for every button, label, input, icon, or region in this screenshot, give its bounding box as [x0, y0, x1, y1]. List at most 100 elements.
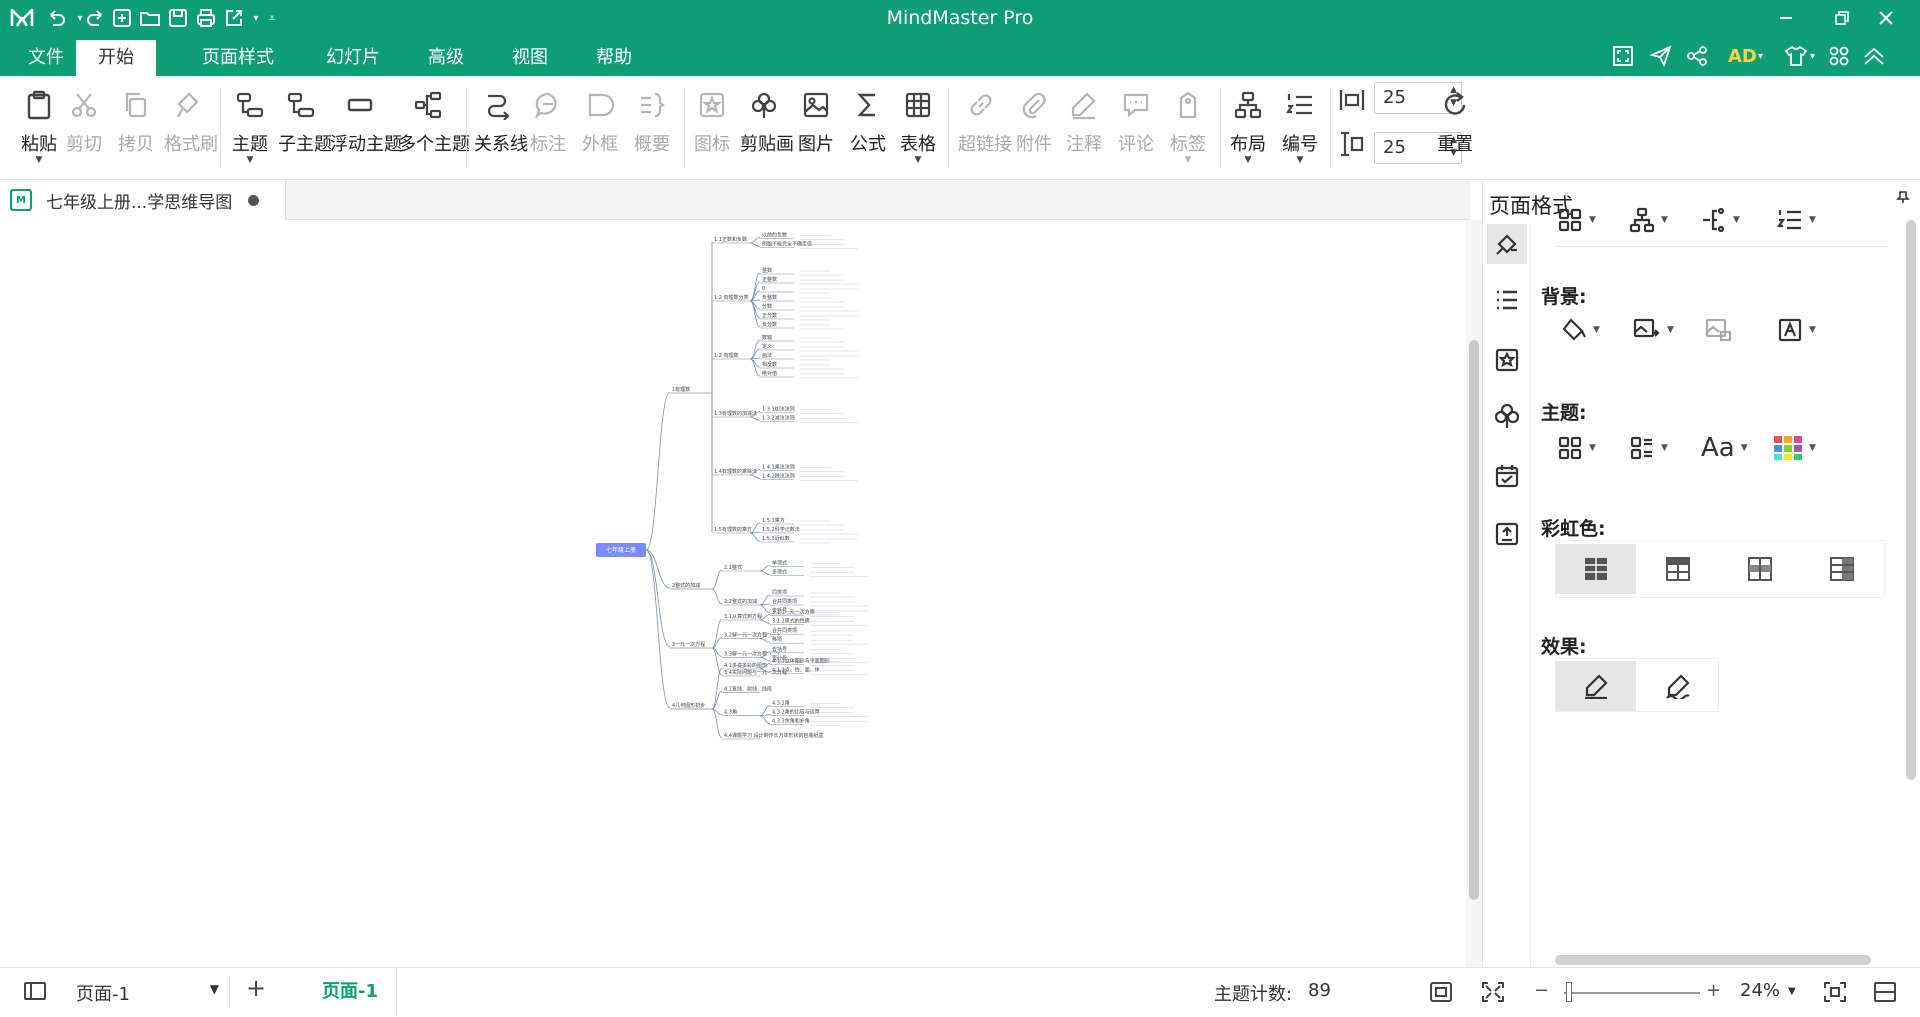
minimize-icon[interactable]	[1766, 2, 1806, 34]
page-tab[interactable]: 页面-1	[304, 968, 397, 1016]
numbering-button[interactable]: 编号 ▼	[1282, 84, 1318, 165]
mindmap-child-connector[interactable]	[711, 708, 723, 739]
mindmap-diagram[interactable]: 七年级上册1有理数1.1正数和负数以前的负数例题不能完全不确定值1.2 有理数分…	[0, 220, 1466, 967]
mindmap-child-label[interactable]: 4.1多姿多彩的图形	[724, 662, 767, 669]
mindmap-leaf-label[interactable]: 例题不能完全不确定值	[762, 241, 812, 248]
mindmap-leaf-label[interactable]: 1.5.3近似数	[762, 535, 790, 542]
mindmap-leaf-connector[interactable]	[759, 638, 771, 643]
upload-export-icon[interactable]	[1487, 514, 1527, 554]
mindmap-leaf-label[interactable]: 数轴	[762, 334, 772, 341]
mindmap-leaf-label[interactable]: 1.5.2科学记数法	[762, 526, 800, 533]
mindmap-leaf-label[interactable]: 相反数	[762, 361, 777, 368]
mindmap-child-label[interactable]: 3.1从算式到方程	[724, 613, 762, 620]
mindmap-leaf-connector[interactable]	[749, 358, 761, 377]
zoom-slider-thumb[interactable]	[1565, 982, 1572, 1002]
chevron-down-icon[interactable]: ▼	[1170, 156, 1206, 165]
mindmap-leaf-label[interactable]: 负整数	[762, 294, 777, 301]
mindmap-child-label[interactable]: 4.4课题学习 设计制作长方体形状的包装纸盒	[724, 732, 824, 739]
user-badge[interactable]: AD	[1728, 42, 1757, 70]
mindmap-leaf-label[interactable]: 1.4.2除法法则	[762, 473, 795, 480]
mindmap-canvas[interactable]: 七年级上册 1有理数 1.1正数和负数 以前的负数 例题不能完全不确定值 1.2 有理数分…	[0, 220, 1466, 967]
mindmap-leaf-label[interactable]: 定义	[762, 343, 772, 350]
mindmap-leaf-connector[interactable]	[749, 416, 761, 421]
document-tab[interactable]: M 七年级上册...学思维导图	[0, 180, 286, 220]
collapse-panel-icon[interactable]	[1874, 982, 1896, 1002]
formula-button[interactable]: 公式	[850, 84, 886, 156]
scrollbar-thumb[interactable]	[1469, 340, 1479, 900]
boundary-button[interactable]: 外框	[582, 84, 618, 156]
zoom-level[interactable]: 24%	[1740, 980, 1780, 1001]
mindmap-leaf-label[interactable]: 4.1.2点、线、面、体	[772, 667, 820, 674]
mindmap-leaf-connector[interactable]	[759, 594, 771, 606]
fullscreen-icon[interactable]	[1612, 42, 1634, 70]
mindmap-branch-label[interactable]: 1有理数	[672, 386, 690, 393]
callout-button[interactable]: 标注	[530, 84, 566, 156]
mindmap-child-label[interactable]: 1.2 有理数分类	[714, 294, 749, 301]
skin-icon[interactable]	[1784, 42, 1808, 70]
outline-list-icon[interactable]	[1487, 280, 1527, 320]
chevron-down-icon[interactable]: ▼	[210, 982, 219, 996]
panel-vertical-scrollbar[interactable]	[1906, 220, 1916, 780]
clipart-clover-icon[interactable]	[1487, 396, 1527, 436]
zoom-slider-track[interactable]	[1564, 992, 1700, 994]
fit-window-icon[interactable]	[1824, 982, 1846, 1002]
mindmap-leaf-label[interactable]: 画法	[762, 352, 772, 359]
mindmap-leaf-connector[interactable]	[759, 705, 771, 717]
mindmap-leaf-label[interactable]: 同类项	[772, 589, 787, 596]
mindmap-leaf-label[interactable]: 绝对值	[762, 370, 777, 377]
chevron-down-icon[interactable]: ▼	[14, 156, 64, 165]
relationship-button[interactable]: 关系线	[474, 84, 528, 156]
mindmap-child-connector[interactable]	[711, 588, 723, 605]
menu-tab-advanced[interactable]: 高级	[406, 40, 486, 76]
reset-button[interactable]: 重置	[1432, 84, 1478, 156]
icon-button[interactable]: 图标	[694, 84, 730, 156]
subtopic-button[interactable]: 子主题	[278, 84, 332, 156]
mindmap-branch-label[interactable]: 3一元一次方程	[672, 641, 705, 648]
mindmap-leaf-label[interactable]: 移项	[772, 636, 782, 643]
connector-style-button[interactable]: ▼	[1701, 198, 1740, 242]
skin-dropdown-icon[interactable]: ▾	[1810, 42, 1815, 70]
rainbow-option-4[interactable]	[1802, 544, 1882, 594]
mindmap-child-label[interactable]: 4.2直线、射线、线段	[724, 685, 772, 692]
zoom-dropdown-icon[interactable]: ▼	[1788, 986, 1796, 997]
mindmap-branch-label[interactable]: 4几何图形初步	[672, 702, 705, 709]
page-format-icon[interactable]	[1487, 224, 1527, 264]
mindmap-leaf-connector[interactable]	[759, 715, 771, 725]
mindmap-leaf-connector[interactable]	[749, 532, 761, 542]
menu-tab-home[interactable]: 开始	[76, 40, 156, 76]
mindmap-leaf-label[interactable]: 0	[762, 286, 765, 292]
mindmap-leaf-connector[interactable]	[759, 565, 771, 572]
comment-button[interactable]: 评论	[1118, 84, 1154, 156]
mindmap-leaf-label[interactable]: 4.3.1角	[772, 700, 790, 707]
mindmap-leaf-label[interactable]: 4.3.3余角和补角	[772, 718, 810, 725]
menu-tab-help[interactable]: 帮助	[574, 40, 654, 76]
panel-horizontal-scrollbar[interactable]	[1555, 955, 1871, 965]
mindmap-child-label[interactable]: 1.2 有理数	[714, 352, 739, 359]
menu-tab-page-style[interactable]: 页面样式	[180, 40, 296, 76]
format-painter-button[interactable]: 格式刷	[164, 84, 218, 156]
mindmap-leaf-label[interactable]: 1.5.1乘方	[762, 517, 785, 524]
send-icon[interactable]	[1650, 42, 1672, 70]
mindmap-leaf-connector[interactable]	[749, 237, 761, 244]
mindmap-child-label[interactable]: 1.5有理数的乘方	[714, 526, 752, 533]
mindmap-leaf-label[interactable]: 1.4.1乘法法则	[762, 464, 795, 471]
structure-button[interactable]: ▼	[1557, 198, 1596, 242]
canvas-vertical-scrollbar[interactable]	[1466, 220, 1482, 967]
pin-icon[interactable]	[1896, 190, 1910, 204]
mindmap-leaf-label[interactable]: 单项式	[772, 560, 787, 567]
numbering-style-button[interactable]: ▼	[1777, 198, 1816, 242]
summary-button[interactable]: 概要	[634, 84, 670, 156]
note-button[interactable]: 注释	[1066, 84, 1102, 156]
chevron-down-icon[interactable]: ▼	[232, 156, 268, 165]
share-icon[interactable]	[1686, 42, 1708, 70]
icon-library-icon[interactable]	[1487, 340, 1527, 380]
mindmap-child-label[interactable]: 1.1正数和负数	[714, 236, 747, 243]
mindmap-leaf-label[interactable]: 正分数	[762, 312, 777, 319]
chevron-down-icon[interactable]: ▼	[1282, 156, 1318, 165]
sidebar-toggle-icon[interactable]	[24, 982, 46, 1000]
mindmap-leaf-label[interactable]: 4.1.1立体图形与平面图形	[772, 658, 830, 665]
user-dropdown-icon[interactable]: ▾	[1758, 42, 1763, 70]
mindmap-leaf-connector[interactable]	[749, 474, 761, 479]
mindmap-leaf-label[interactable]: 1.3.1加法法则	[762, 406, 795, 413]
attachment-button[interactable]: 附件	[1016, 84, 1052, 156]
